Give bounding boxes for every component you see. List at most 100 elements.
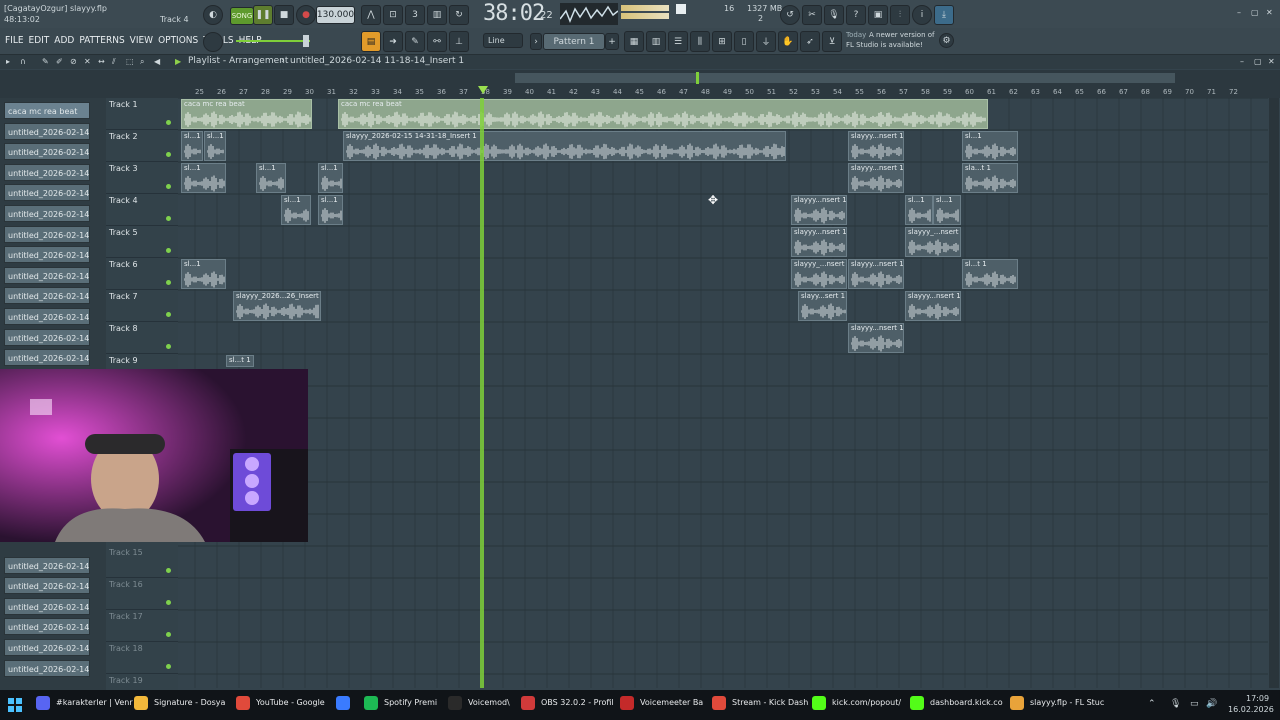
pattern-item[interactable]: untitled_2026-02-14 11-... xyxy=(4,659,90,677)
mixer-window-button[interactable]: ⫼ xyxy=(690,31,710,52)
paint-tool-icon[interactable]: ✐ xyxy=(56,57,63,66)
channel-rack-button[interactable]: ☰ xyxy=(668,31,688,52)
project-button[interactable]: ▯ xyxy=(734,31,754,52)
pattern-item[interactable]: untitled_2026-02-14 11-... xyxy=(4,308,90,325)
tray-network-icon[interactable]: ▭ xyxy=(1190,699,1199,709)
track-mute-led[interactable] xyxy=(166,280,171,285)
pattern-item[interactable]: untitled_2026-02-14 11-... xyxy=(4,246,90,264)
audio-clip[interactable]: slayyy...nsert 1 xyxy=(848,323,904,353)
loop-record-button[interactable]: ↻ xyxy=(449,5,469,25)
track-header[interactable]: Track 8 xyxy=(106,322,178,354)
taskbar-app-icon[interactable] xyxy=(134,696,148,710)
taskbar-app-label[interactable]: Voicemeeter Ba xyxy=(640,698,703,707)
audio-clip[interactable]: sl...1 xyxy=(181,259,226,289)
wait-input-button[interactable]: ⊡ xyxy=(383,5,403,25)
playback-tool-icon[interactable]: ◀ xyxy=(154,57,160,66)
pattern-item[interactable]: untitled_2026-02-14 11-... xyxy=(4,328,90,346)
audio-clip[interactable]: sl...1 xyxy=(905,195,933,225)
taskbar-app-label[interactable]: Voicemod\ xyxy=(468,698,510,707)
menu-options[interactable]: OPTIONS xyxy=(158,35,198,46)
snap-select[interactable]: Line xyxy=(483,33,523,48)
maximize-button[interactable]: ▢ xyxy=(1251,8,1259,17)
taskbar-app-label[interactable]: Signature - Dosya xyxy=(154,698,225,707)
track-mute-led[interactable] xyxy=(166,216,171,221)
add-pattern-button[interactable]: + xyxy=(605,33,619,50)
playlist-window-button[interactable]: ▦ xyxy=(624,31,644,52)
taskbar-app-icon[interactable] xyxy=(620,696,634,710)
audio-clip[interactable]: sl...1 xyxy=(181,131,203,161)
audio-clip[interactable]: sl...1 xyxy=(181,163,226,193)
tools-button[interactable]: ✂ xyxy=(802,5,822,25)
master-volume-handle[interactable] xyxy=(303,35,309,47)
mic-button[interactable]: 🎙 xyxy=(824,5,844,25)
master-volume-slider[interactable] xyxy=(236,40,310,42)
taskbar-app-label[interactable]: dashboard.kick.co xyxy=(930,698,1003,707)
taskbar-app-icon[interactable] xyxy=(521,696,535,710)
browser-button[interactable]: ⊞ xyxy=(712,31,732,52)
record-button[interactable]: ● xyxy=(296,5,316,25)
pattern-item[interactable]: untitled_2026-02-14 11-... xyxy=(4,225,90,243)
audio-clip[interactable]: slayy...sert 1 xyxy=(798,291,847,321)
timeline-ruler[interactable]: 25 26 27 28 29 30 31 32 33 34 35 36 37 38 39 40 41 42 43 44… xyxy=(0,70,1280,98)
audio-clip[interactable]: slayyy_2026-02-15 14-31-18_Insert 1 xyxy=(343,131,786,161)
piano-roll-button[interactable]: ▥ xyxy=(646,31,666,52)
master-pitch-knob[interactable] xyxy=(203,32,223,52)
audio-clip[interactable]: slayyy_2026...26_Insert 1 xyxy=(233,291,321,321)
pattern-item[interactable]: untitled_2026-02-14 11-... xyxy=(4,163,90,181)
taskbar-app-label[interactable]: Spotify Premi xyxy=(384,698,437,707)
select-tool-icon[interactable]: ⬚ xyxy=(126,57,134,66)
step-edit-button[interactable]: ▥ xyxy=(427,5,447,25)
audio-clip[interactable]: sl...1 xyxy=(962,131,1018,161)
save-button[interactable]: ▣ xyxy=(868,5,888,25)
delete-tool-icon[interactable]: ⊘ xyxy=(70,57,77,66)
stamp-tool[interactable]: ⊥ xyxy=(449,31,469,52)
mixer-button[interactable]: ⫶ xyxy=(890,5,910,25)
audio-clip[interactable]: caca mc rea beat xyxy=(181,99,312,129)
taskbar-app-label[interactable]: #karakterler | Venr xyxy=(56,698,133,707)
menu-arrow-icon[interactable]: ▸ xyxy=(6,57,10,66)
track-header[interactable]: Track 3 xyxy=(106,162,178,194)
menu-add[interactable]: ADD xyxy=(54,35,74,46)
audio-clip[interactable]: slayyy_...nsert 1 xyxy=(791,259,847,289)
audio-clip[interactable]: sl...1 xyxy=(281,195,311,225)
taskbar-app-icon[interactable] xyxy=(910,696,924,710)
taskbar-app-label[interactable]: Stream - Kick Dash xyxy=(732,698,808,707)
clock-time[interactable]: 17:09 xyxy=(1246,694,1269,703)
menu-file[interactable]: FILE xyxy=(5,35,24,46)
song-mode-toggle[interactable]: SONG xyxy=(230,7,254,25)
taskbar-app-icon[interactable] xyxy=(448,696,462,710)
audio-clip[interactable]: slayyy...nsert 1 xyxy=(848,259,904,289)
zoom-tool-icon[interactable]: ⌕ xyxy=(140,57,144,67)
audio-clip[interactable]: slayyy_...nsert 1 xyxy=(905,227,961,257)
track-header[interactable]: Track 7 xyxy=(106,290,178,322)
track-header[interactable]: Track 2 xyxy=(106,130,178,162)
track-header[interactable]: Track 4 xyxy=(106,194,178,226)
track-header[interactable]: Track 17 xyxy=(106,610,178,642)
pattern-item[interactable]: untitled_2026-02-14 11-... xyxy=(4,287,90,305)
audio-clip[interactable]: sl...t 1 xyxy=(226,355,254,367)
track-header[interactable]: Track 18 xyxy=(106,642,178,674)
taskbar-app-icon[interactable] xyxy=(236,696,250,710)
windows-start-icon[interactable] xyxy=(8,698,22,712)
pattern-item[interactable]: untitled_2026-02-14 11-... xyxy=(4,184,90,202)
pattern-item[interactable]: untitled_2026-02-14 11-... xyxy=(4,618,90,636)
tempo-tapper-button[interactable]: ➶ xyxy=(800,31,820,52)
close-button[interactable]: ✕ xyxy=(1266,8,1273,17)
track-mute-led[interactable] xyxy=(166,600,171,605)
news-settings[interactable]: ⚙ xyxy=(939,33,954,48)
track-mute-led[interactable] xyxy=(166,344,171,349)
plugin-picker-button[interactable]: ⏚ xyxy=(756,31,776,52)
minimize-button[interactable]: – xyxy=(1237,8,1241,17)
draw-tool-icon[interactable]: ✎ xyxy=(42,57,49,66)
tray-microphone-icon[interactable]: 🎙 xyxy=(1170,699,1181,709)
audio-clip[interactable]: caca mc rea beat xyxy=(338,99,988,129)
pattern-item[interactable]: caca mc rea beat xyxy=(4,102,90,119)
playhead-marker-icon[interactable] xyxy=(478,86,488,94)
pattern-prev[interactable]: › xyxy=(530,33,542,50)
pattern-select[interactable]: Pattern 1 xyxy=(543,33,605,50)
track-header[interactable]: Track 15 xyxy=(106,546,178,578)
link-tool[interactable]: ⚯ xyxy=(427,31,447,52)
taskbar-app-icon[interactable] xyxy=(36,696,50,710)
track-mute-led[interactable] xyxy=(166,184,171,189)
track-header[interactable]: Track 5 xyxy=(106,226,178,258)
